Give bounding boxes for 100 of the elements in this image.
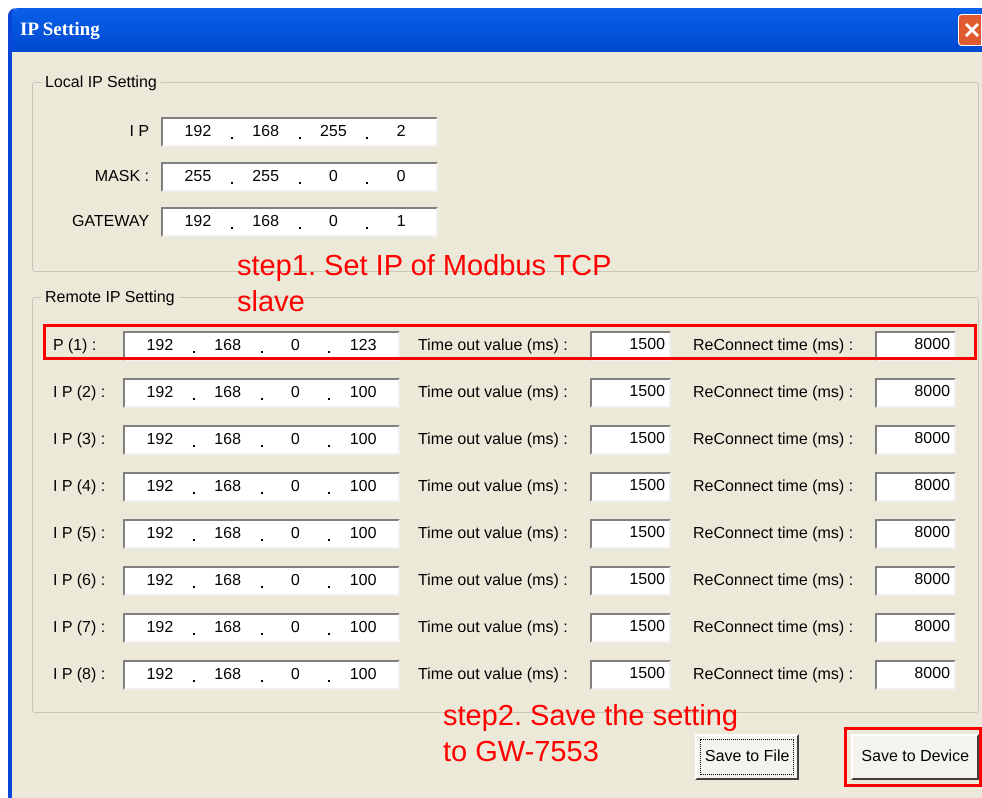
field-label: I P (5) : bbox=[52, 524, 106, 544]
octet-text: 2 bbox=[396, 122, 407, 142]
field-label: Time out value (ms) : bbox=[418, 524, 569, 544]
number-field[interactable]: 1500 bbox=[590, 518, 671, 548]
number-field[interactable]: 8000 bbox=[875, 612, 956, 642]
save-button[interactable]: Save to Device bbox=[851, 734, 979, 780]
number-field[interactable]: 1500 bbox=[590, 566, 671, 596]
ip-address-field[interactable]: 192 168 0 1 bbox=[161, 207, 438, 237]
ip-address-field[interactable]: 192 168 0 100 bbox=[123, 612, 400, 642]
dot-separator-icon bbox=[192, 586, 195, 588]
octet-text: 192 bbox=[146, 570, 174, 590]
dot-separator-icon bbox=[328, 444, 330, 446]
dot-separator-icon bbox=[328, 680, 330, 682]
field-label: MASK : bbox=[94, 167, 149, 187]
ip-address-field[interactable]: 192 168 0 100 bbox=[123, 378, 400, 408]
octet-text: 100 bbox=[348, 618, 378, 638]
save-button[interactable]: Save to File bbox=[694, 734, 800, 780]
field-label: Time out value (ms) : bbox=[418, 618, 569, 638]
octet-text: 192 bbox=[146, 430, 174, 450]
octet-text: 192 bbox=[146, 524, 174, 544]
number-field[interactable]: 1500 bbox=[590, 472, 671, 502]
number-field[interactable]: 8000 bbox=[875, 330, 956, 360]
octet-text: 100 bbox=[348, 524, 378, 544]
dot-separator-icon bbox=[192, 538, 195, 540]
octet-text: 168 bbox=[213, 524, 242, 544]
ip-address-field[interactable]: 192 168 0 100 bbox=[123, 424, 400, 454]
octet-text: 0 bbox=[290, 430, 301, 450]
ip-address-field[interactable]: 192 168 0 100 bbox=[123, 518, 400, 548]
dot-separator-icon bbox=[192, 350, 195, 352]
dot-separator-icon bbox=[260, 586, 262, 588]
dot-separator-icon bbox=[192, 680, 195, 682]
field-label: I P (6) : bbox=[52, 570, 106, 590]
ip-address-field[interactable]: 192 168 0 100 bbox=[123, 660, 400, 690]
octet-text: 192 bbox=[146, 336, 174, 356]
octet-text: 1 bbox=[396, 212, 407, 232]
number-field[interactable]: 1500 bbox=[590, 378, 671, 408]
field-label: Time out value (ms) : bbox=[418, 664, 569, 684]
dot-separator-icon bbox=[192, 492, 195, 494]
field-label: Time out value (ms) : bbox=[418, 476, 569, 496]
annotation-text: step2. Save the setting bbox=[443, 700, 738, 732]
field-label: ReConnect time (ms) : bbox=[693, 336, 854, 356]
dot-separator-icon bbox=[366, 182, 368, 184]
number-field[interactable]: 8000 bbox=[875, 378, 956, 408]
octet-text: 100 bbox=[348, 382, 378, 402]
number-field[interactable]: 8000 bbox=[875, 566, 956, 596]
octet-text: 100 bbox=[348, 664, 378, 684]
octet-text: 192 bbox=[146, 664, 174, 684]
number-field[interactable]: 1500 bbox=[590, 660, 671, 690]
ip-address-field[interactable]: 192 168 0 100 bbox=[123, 472, 400, 502]
field-label: ReConnect time (ms) : bbox=[693, 618, 854, 638]
number-field[interactable]: 8000 bbox=[875, 518, 956, 548]
field-label: ReConnect time (ms) : bbox=[693, 430, 854, 450]
dot-separator-icon bbox=[260, 538, 262, 540]
field-label: I P (8) : bbox=[52, 664, 106, 684]
ip-address-field[interactable]: 192 168 0 123 bbox=[123, 330, 400, 360]
close-button[interactable] bbox=[958, 14, 982, 46]
annotation-text: to GW-7553 bbox=[443, 736, 599, 768]
dot-separator-icon bbox=[298, 137, 300, 139]
dot-separator-icon bbox=[328, 632, 330, 634]
dot-separator-icon bbox=[260, 444, 262, 446]
field-label: ReConnect time (ms) : bbox=[693, 476, 854, 496]
ip-address-field[interactable]: 192 168 255 2 bbox=[161, 117, 438, 147]
number-field[interactable]: 1500 bbox=[590, 330, 671, 360]
field-label: I P (4) : bbox=[52, 476, 106, 496]
window-title: IP Setting bbox=[20, 18, 100, 42]
dot-separator-icon bbox=[298, 227, 300, 229]
octet-text: 0 bbox=[290, 524, 301, 544]
dot-separator-icon bbox=[366, 227, 368, 229]
field-label: Time out value (ms) : bbox=[418, 382, 569, 402]
dot-separator-icon bbox=[328, 586, 330, 588]
ip-address-field[interactable]: 255 255 0 0 bbox=[161, 162, 438, 192]
field-label: ReConnect time (ms) : bbox=[693, 524, 854, 544]
field-label: ReConnect time (ms) : bbox=[693, 382, 854, 402]
annotation-text: slave bbox=[237, 286, 305, 318]
field-label: I P (3) : bbox=[52, 430, 106, 450]
number-field[interactable]: 8000 bbox=[875, 424, 956, 454]
number-field[interactable]: 1500 bbox=[590, 612, 671, 642]
field-label: Time out value (ms) : bbox=[418, 430, 569, 450]
octet-text: 123 bbox=[348, 336, 378, 356]
field-label: P (1) : bbox=[52, 336, 98, 356]
octet-text: 255 bbox=[319, 122, 348, 142]
dot-separator-icon bbox=[328, 398, 330, 400]
octet-text: 0 bbox=[290, 476, 301, 496]
octet-text: 0 bbox=[396, 167, 407, 187]
dot-separator-icon bbox=[260, 350, 262, 352]
octet-text: 0 bbox=[290, 336, 301, 356]
number-field[interactable]: 8000 bbox=[875, 660, 956, 690]
octet-text: 100 bbox=[348, 430, 378, 450]
dot-separator-icon bbox=[230, 227, 233, 229]
dot-separator-icon bbox=[260, 632, 262, 634]
field-label: ReConnect time (ms) : bbox=[693, 664, 854, 684]
close-icon bbox=[963, 21, 981, 39]
number-field[interactable]: 1500 bbox=[590, 424, 671, 454]
octet-text: 168 bbox=[213, 336, 242, 356]
dot-separator-icon bbox=[230, 182, 233, 184]
octet-text: 0 bbox=[290, 618, 301, 638]
ip-address-field[interactable]: 192 168 0 100 bbox=[123, 566, 400, 596]
dot-separator-icon bbox=[260, 398, 262, 400]
number-field[interactable]: 8000 bbox=[875, 472, 956, 502]
dot-separator-icon bbox=[230, 137, 233, 139]
